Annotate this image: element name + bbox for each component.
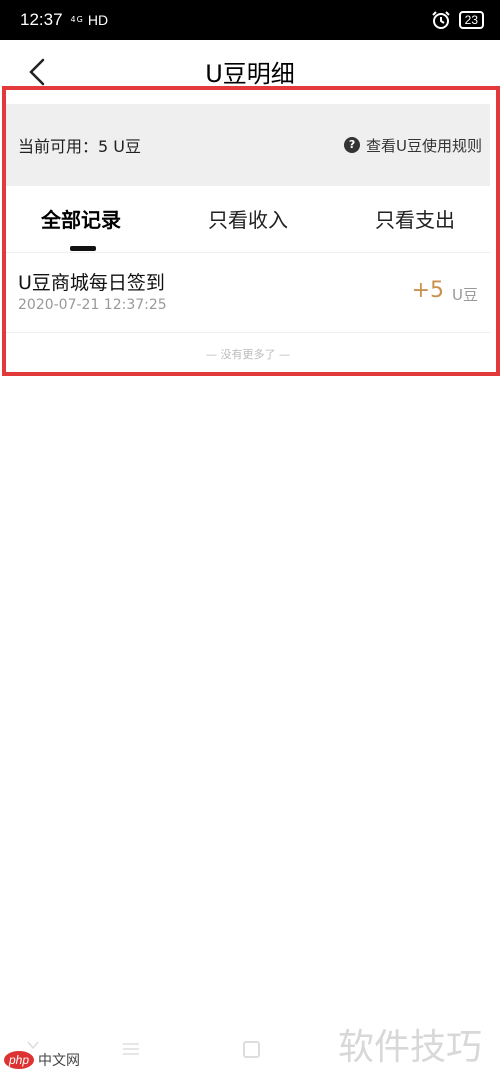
balance-bar: 当前可用：5 U豆 ? 查看U豆使用规则 bbox=[6, 104, 490, 186]
alarm-icon bbox=[431, 11, 450, 29]
no-more-text: — 没有更多了 — bbox=[206, 348, 290, 361]
page-title: U豆明细 bbox=[205, 60, 295, 88]
balance-text: 当前可用：5 U豆 bbox=[18, 137, 141, 156]
battery-icon: 23 bbox=[458, 11, 484, 29]
tab-expense-only[interactable]: 只看支出 bbox=[375, 204, 455, 233]
network-type: HD bbox=[87, 12, 109, 28]
tab-all-records[interactable]: 全部记录 bbox=[41, 204, 121, 233]
nav-bar: U豆明细 bbox=[0, 40, 500, 102]
menu-icon[interactable] bbox=[122, 1042, 140, 1056]
rules-link-label: 查看U豆使用规则 bbox=[366, 136, 482, 155]
record-amount: +5 bbox=[411, 278, 444, 303]
active-tab-indicator bbox=[70, 246, 96, 251]
watermark-text: 软件技巧 bbox=[337, 1027, 482, 1068]
status-time: 12:37 bbox=[20, 10, 63, 29]
home-icon[interactable] bbox=[243, 1041, 260, 1058]
tab-income-only[interactable]: 只看收入 bbox=[208, 204, 288, 233]
watermark-logo: php 中文网 bbox=[4, 1050, 80, 1070]
watermark-logo-text: 中文网 bbox=[38, 1053, 81, 1069]
signal-indicator: 4G bbox=[70, 15, 84, 24]
record-title: U豆商城每日签到 bbox=[18, 272, 165, 294]
status-bar: 12:37 4G HD 23 bbox=[0, 0, 500, 40]
watermark-logo-badge: php bbox=[4, 1051, 35, 1069]
record-time: 2020-07-21 12:37:25 bbox=[18, 297, 167, 313]
record-unit: U豆 bbox=[452, 286, 478, 304]
status-right: 23 bbox=[431, 10, 484, 30]
rules-link[interactable]: ? 查看U豆使用规则 bbox=[344, 135, 482, 156]
filter-tabs: 全部记录 只看收入 只看支出 bbox=[6, 186, 490, 253]
list-item[interactable]: U豆商城每日签到 2020-07-21 12:37:25 +5 U豆 bbox=[6, 256, 490, 333]
question-icon: ? bbox=[344, 137, 361, 153]
